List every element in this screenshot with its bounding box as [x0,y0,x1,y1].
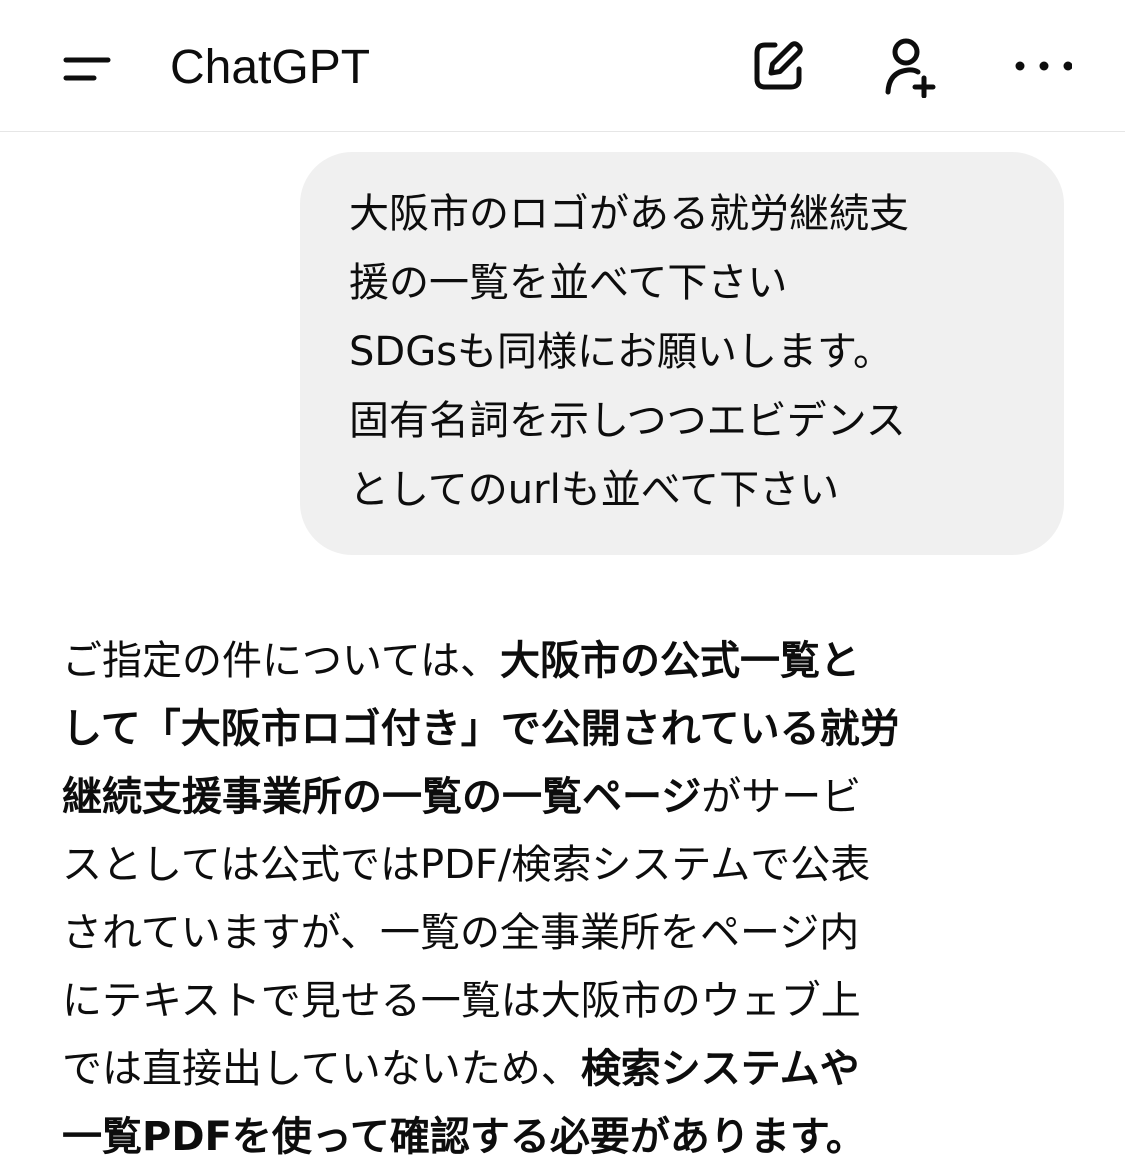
user-message-line: 大阪市のロゴがある就労継続支 [349,191,909,237]
assistant-message-line: ご指定の件については、大阪市の公式一覧と [62,627,1062,695]
assistant-text: がサービ [701,774,862,820]
add-person-icon [885,38,936,98]
more-options-button[interactable] [1004,30,1076,102]
edit-icon [754,41,803,90]
assistant-text-bold: 一覧PDFを使って確認する必要があります。 [62,1114,866,1160]
top-bar: ChatGPT [0,0,1125,132]
more-horizontal-icon [1015,61,1072,71]
user-message-bubble: 大阪市のロゴがある就労継続支 援の一覧を並べて下さい SDGsも同様にお願いしま… [300,152,1064,555]
sidebar-menu-button[interactable] [50,36,120,100]
app-title[interactable]: ChatGPT [170,40,370,96]
add-people-button[interactable] [872,30,944,102]
user-message-line: としてのurlも並べて下さい [349,467,840,513]
assistant-message-line: にテキストで見せる一覧は大阪市のウェブ上 [62,967,1062,1035]
user-message-line: SDGsも同様にお願いします。 [349,329,894,375]
assistant-message-line: では直接出していないため、検索システムや [62,1035,1062,1103]
assistant-text: スとしては公式ではPDF/検索システムで公表 [62,842,871,888]
assistant-text-bold: して「大阪市ロゴ付き」で公開されている就労 [62,706,900,752]
assistant-text: ご指定の件については、 [62,638,500,684]
assistant-message-line: 一覧PDFを使って確認する必要があります。 [62,1103,1062,1171]
user-message-line: 援の一覧を並べて下さい [349,260,788,306]
assistant-message-line: されていますが、一覧の全事業所をページ内 [62,899,1062,967]
new-chat-button[interactable] [742,30,814,102]
assistant-text: では直接出していないため、 [62,1046,581,1092]
assistant-text-bold: 継続支援事業所の一覧の一覧ページ [62,774,702,820]
assistant-text: にテキストで見せる一覧は大阪市のウェブ上 [62,978,861,1024]
assistant-message-line: 継続支援事業所の一覧の一覧ページがサービ [62,763,1062,831]
assistant-text-bold: 検索システムや [580,1046,860,1092]
assistant-text-bold: 大阪市の公式一覧と [500,638,860,684]
menu-icon [63,57,111,81]
user-message-line: 固有名詞を示しつつエビデンス [349,398,906,444]
assistant-message: ご指定の件については、大阪市の公式一覧と して「大阪市ロゴ付き」で公開されている… [62,627,1062,1171]
assistant-message-line: スとしては公式ではPDF/検索システムで公表 [62,831,1062,899]
assistant-message-line: して「大阪市ロゴ付き」で公開されている就労 [62,695,1062,763]
assistant-text: されていますが、一覧の全事業所をページ内 [62,910,860,956]
